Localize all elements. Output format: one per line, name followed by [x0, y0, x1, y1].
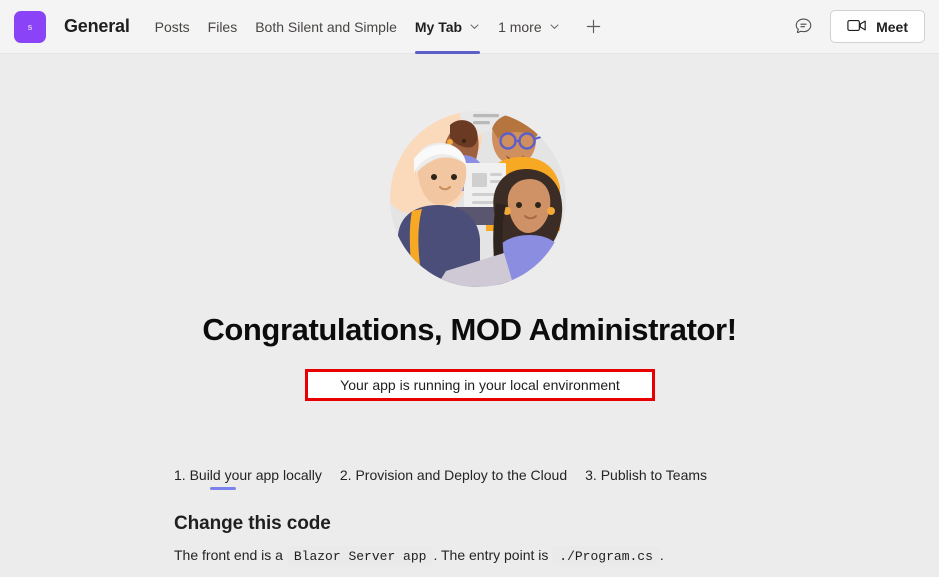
welcome-illustration — [388, 111, 569, 288]
app-icon[interactable]: s — [14, 10, 46, 43]
tab-my-tab[interactable]: My Tab — [406, 0, 489, 54]
tab-label: Posts — [154, 18, 190, 35]
status-callout: Your app is running in your local enviro… — [305, 369, 655, 401]
chat-bubble-icon[interactable] — [788, 12, 818, 42]
step-provision-and-deploy[interactable]: 2. Provision and Deploy to the Cloud — [340, 467, 567, 490]
code-program-cs: ./Program.cs — [552, 546, 660, 567]
page-title: General — [64, 16, 130, 36]
body-text-prefix: The front end is a — [174, 547, 287, 563]
section-body: The front end is a Blazor Server app. Th… — [174, 546, 664, 567]
code-blazor-server-app: Blazor Server app — [286, 546, 434, 567]
tab-files[interactable]: Files — [199, 0, 247, 54]
congratulations-title: Congratulations, MOD Administrator! — [202, 312, 737, 347]
plus-icon — [586, 19, 601, 34]
step-build-your-app-locally[interactable]: 1. Build your app locally — [174, 467, 322, 490]
tab-label: Files — [207, 18, 238, 35]
tab-both-silent-and-simple[interactable]: Both Silent and Simple — [246, 0, 406, 54]
tab-content-area: Congratulations, MOD Administrator! Your… — [0, 54, 939, 577]
meet-button[interactable]: Meet — [830, 10, 925, 43]
tab-label: My Tab — [414, 18, 463, 35]
chevron-down-icon[interactable] — [549, 20, 560, 34]
channel-header: s General Posts Files Both Silent and Si… — [0, 0, 939, 54]
body-text-middle: . The entry point is — [433, 547, 553, 563]
step-label: 1. Build your app locally — [174, 467, 322, 483]
tab-posts[interactable]: Posts — [146, 0, 199, 54]
status-message: Your app is running in your local enviro… — [340, 377, 620, 393]
section-change-this-code: Change this code The front end is a Blaz… — [174, 513, 664, 567]
video-camera-icon — [847, 18, 867, 36]
tab-label: 1 more — [498, 18, 542, 35]
chevron-down-icon[interactable] — [469, 20, 480, 34]
step-publish-to-teams[interactable]: 3. Publish to Teams — [585, 467, 707, 490]
tab-strip: Posts Files Both Silent and Simple My Ta… — [146, 0, 609, 54]
body-text-suffix: . — [659, 547, 664, 563]
app-icon-letter: s — [27, 21, 33, 32]
steps-nav: 1. Build your app locally 2. Provision a… — [174, 467, 707, 490]
step-label: 2. Provision and Deploy to the Cloud — [339, 467, 568, 483]
section-heading: Change this code — [174, 513, 331, 534]
header-actions: Meet — [788, 10, 925, 43]
add-tab-button[interactable] — [579, 12, 609, 42]
tab-label: Both Silent and Simple — [255, 18, 397, 35]
meet-button-label: Meet — [876, 18, 908, 35]
tab-one-more[interactable]: 1 more — [489, 0, 569, 54]
step-label: 3. Publish to Teams — [585, 467, 708, 483]
